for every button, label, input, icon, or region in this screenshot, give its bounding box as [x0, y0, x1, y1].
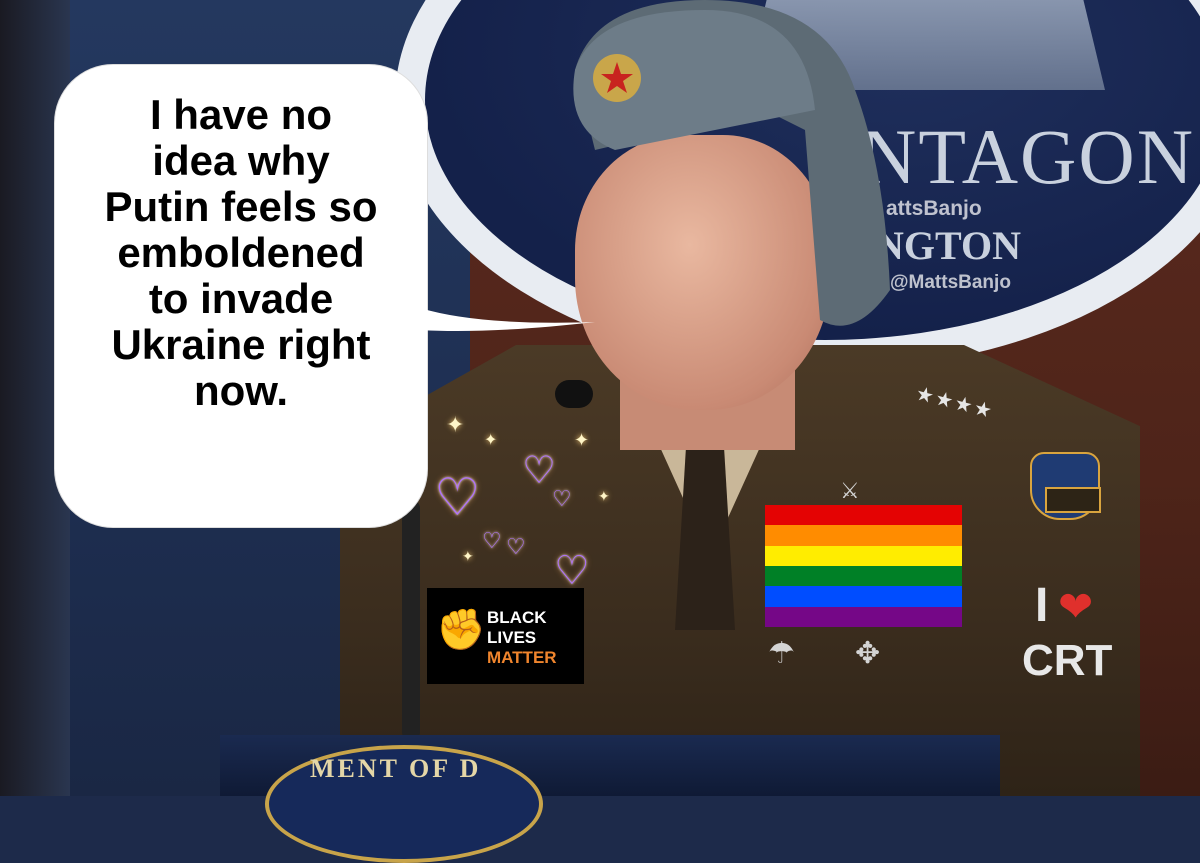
ushanka-hat: [573, 0, 890, 326]
speech-line: Ukraine right: [111, 321, 371, 368]
podium-seal-text: MENT OF D: [310, 754, 482, 783]
speech-bubble-tail: [420, 308, 595, 331]
sparkle-heart-icon: ♡: [506, 534, 526, 559]
speech-bubble-text: I have no idea why Putin feels so embold…: [55, 92, 427, 414]
speech-line: now.: [193, 367, 289, 414]
sparkle-icon: ✦: [598, 488, 610, 504]
sparkle-icon: ✦: [446, 412, 465, 437]
sparkle-heart-icon: ♡: [554, 549, 590, 593]
speech-line: Putin feels so: [104, 183, 378, 230]
sparkle-heart-icon: ♡: [482, 528, 502, 553]
pride-flag: [765, 505, 962, 627]
special-badge-icon: ✥: [855, 637, 881, 670]
raised-fist-icon: ✊: [436, 608, 486, 652]
microphone: [555, 380, 593, 408]
sparkle-heart-icon: ♡: [434, 469, 481, 527]
microphone-stand: [402, 500, 420, 740]
infantry-badge-icon: ⚔: [840, 478, 860, 503]
sparkle-icon: ✦: [462, 548, 474, 564]
watermark-upper: attsBanjo: [886, 197, 982, 220]
watermark-lower: @MattsBanjo: [890, 272, 1011, 293]
sparkle-heart-icon: ♡: [552, 486, 572, 511]
crt-label: CRT: [1022, 636, 1113, 685]
meme-scene: NTAGON NGTON attsBanjo @MattsBanjo ★★★★ …: [0, 0, 1200, 863]
sparkle-icon: ✦: [484, 432, 498, 449]
sparkle-icon: ✦: [574, 430, 590, 450]
blm-line1: BLACK: [487, 608, 547, 627]
parachute-badge-icon: ☂: [768, 637, 795, 670]
heart-icon: ❤: [1058, 583, 1094, 630]
crt-prefix: I: [1035, 579, 1049, 632]
seal-text: NTAGON: [860, 113, 1196, 200]
speech-line: to invade: [148, 275, 334, 322]
speech-line: idea why: [152, 137, 330, 184]
speech-line: emboldened: [117, 229, 365, 276]
blm-line3: MATTER: [487, 648, 557, 667]
sparkle-heart-icon: ♡: [522, 450, 557, 492]
blm-line2: LIVES: [487, 628, 537, 647]
speech-line: I have no: [149, 91, 333, 138]
blm-sticker-text: BLACK LIVES MATTER: [487, 608, 557, 668]
ranger-tab: [1045, 487, 1101, 513]
